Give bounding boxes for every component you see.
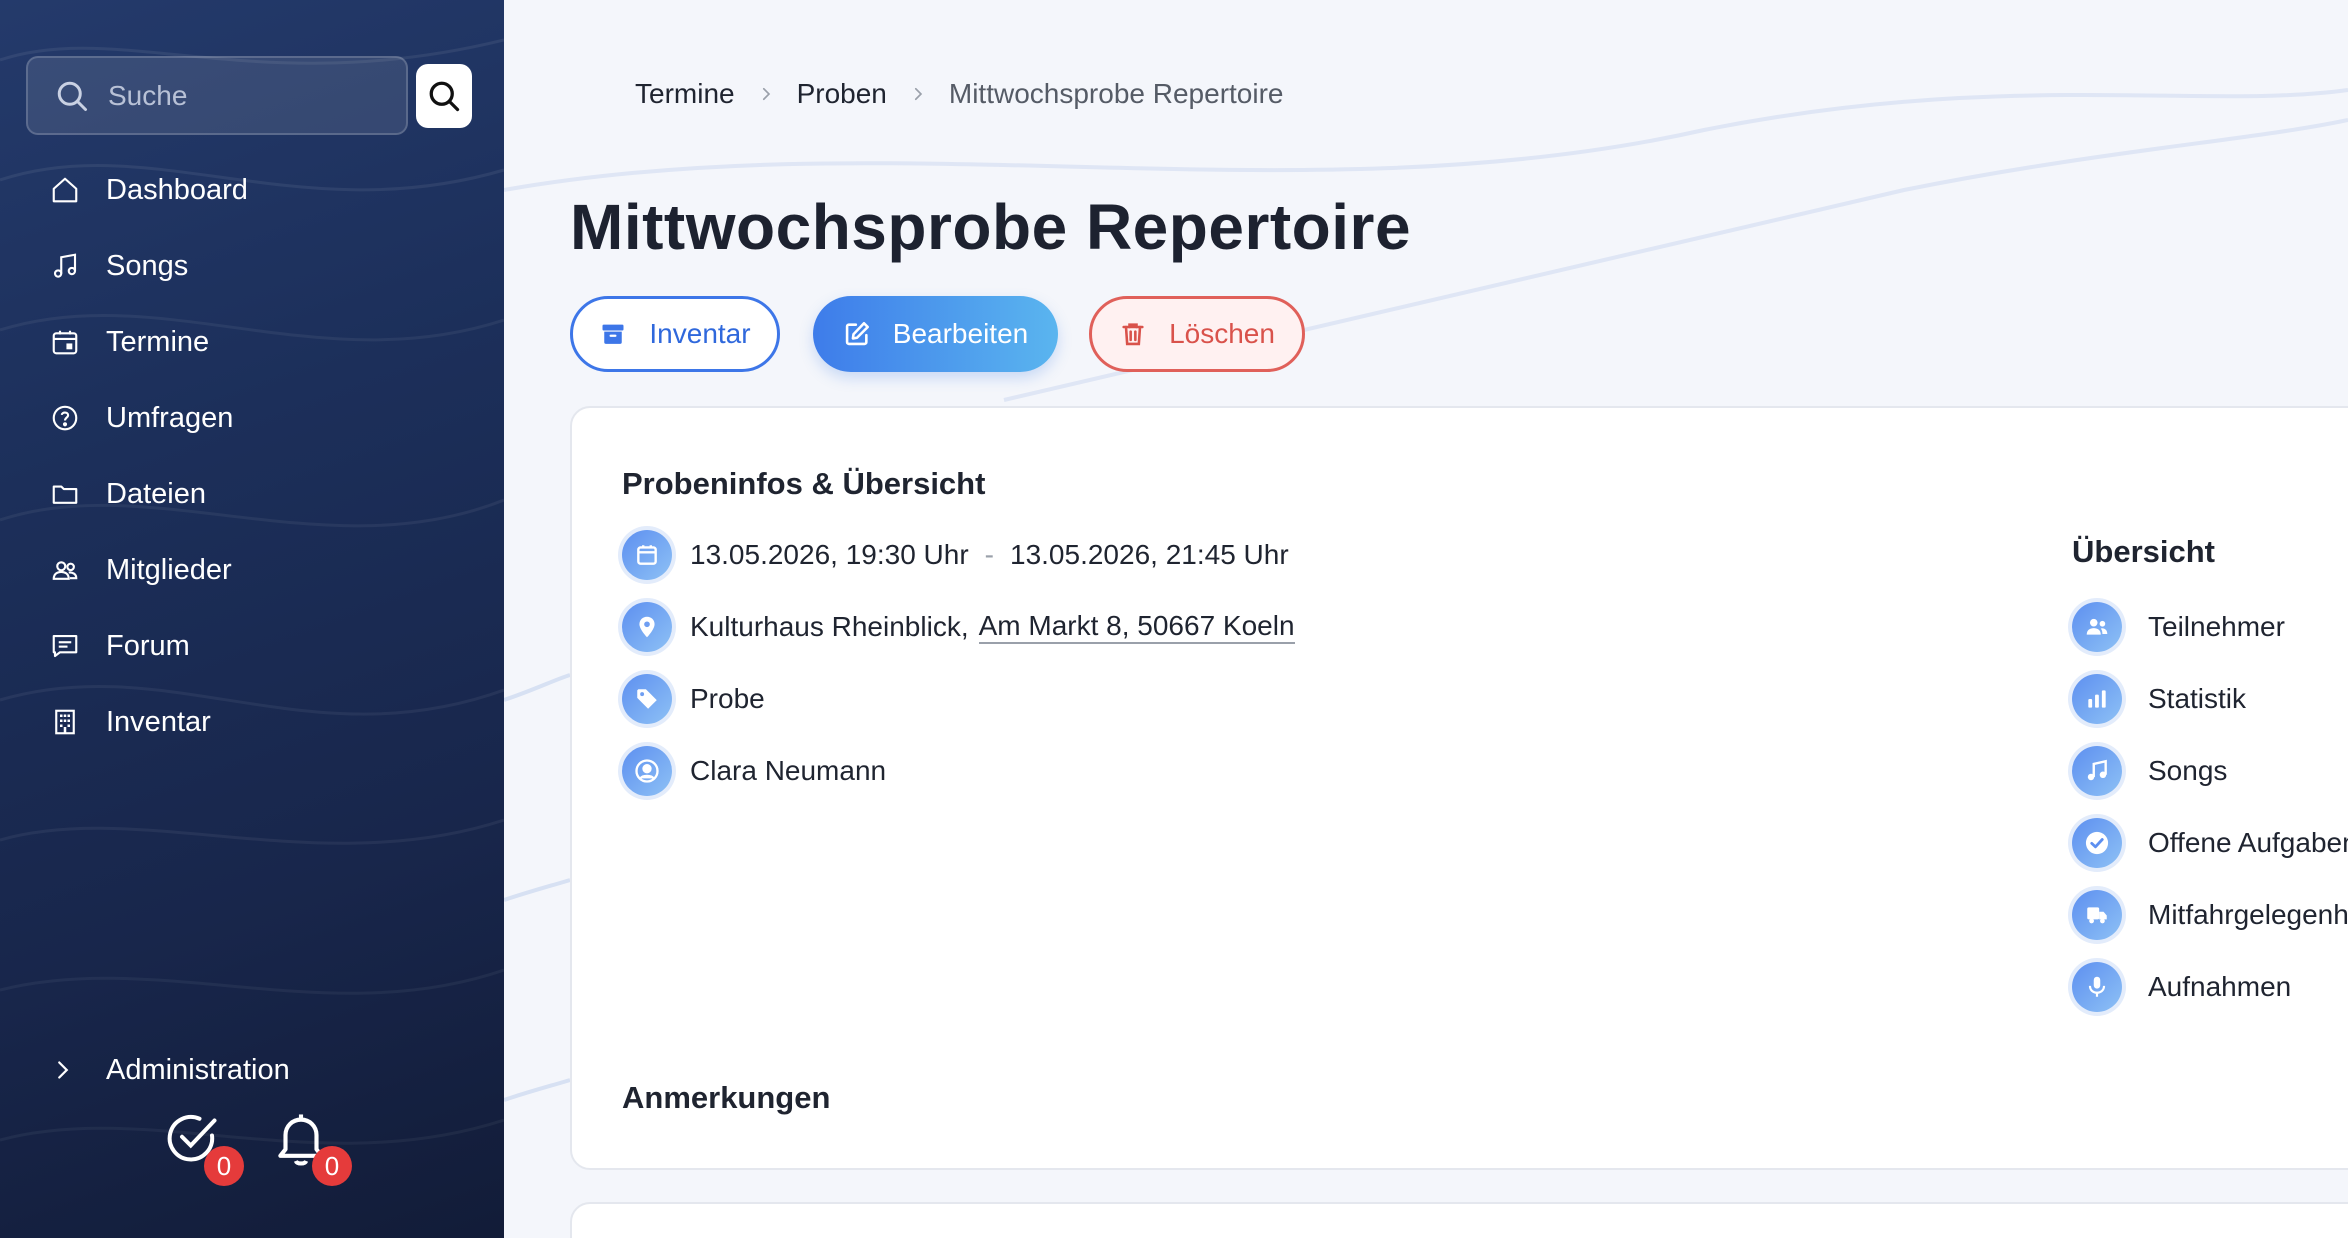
chevron-right-icon [58, 1061, 69, 1079]
overview-item-mitfahrgelegenheiten[interactable]: Mitfahrgelegenheiten [2072, 888, 2348, 942]
sidebar-item-label: Forum [106, 629, 190, 662]
sidebar-item-forum[interactable]: Forum [48, 616, 190, 676]
overview-item-aufnahmen[interactable]: Aufnahmen [2072, 960, 2291, 1014]
end-datetime: 13.05.2026, 21:45 Uhr [1010, 539, 1289, 570]
overview-item-label: Aufnahmen [2148, 971, 2292, 1002]
music-note-icon [2072, 746, 2122, 796]
search-input[interactable] [108, 74, 388, 118]
sidebar-item-label: Songs [106, 249, 189, 282]
edit-button[interactable]: Bearbeiten [813, 296, 1058, 372]
person-row: Clara Neumann [622, 744, 886, 798]
edit-button-label: Bearbeiten [892, 318, 1029, 349]
sidebar-item-label: Dateien [106, 477, 206, 510]
notifications-badge: 0 [312, 1146, 352, 1186]
microphone-icon [2072, 962, 2122, 1012]
overview-item-teilnehmer[interactable]: Teilnehmer [2072, 600, 2285, 654]
sidebar-item-label: Mitglieder [106, 553, 232, 586]
delete-button-label: Löschen [1169, 318, 1275, 349]
inventar-button-label: Inventar [649, 318, 751, 349]
sidebar-item-label: Inventar [106, 705, 211, 738]
sidebar-item-songs[interactable]: Songs [48, 236, 188, 296]
location-row: Kulturhaus Rheinblick, Am Markt 8, 50667… [622, 600, 1295, 654]
chevron-right-icon [762, 87, 770, 101]
users-icon [48, 553, 82, 587]
search-box[interactable] [26, 56, 408, 135]
delete-button[interactable]: Löschen [1089, 296, 1305, 372]
overview-title: Übersicht [2072, 534, 2215, 569]
event-type: Probe [690, 683, 765, 714]
breadcrumb-item-proben[interactable]: Proben [797, 78, 887, 110]
administration-label: Administration [106, 1053, 290, 1086]
tasks-button[interactable]: 0 [162, 1108, 244, 1186]
responsible-person: Clara Neumann [690, 755, 887, 786]
sidebar-item-mitglieder[interactable]: Mitglieder [48, 540, 232, 600]
sidebar-item-umfragen[interactable]: Umfragen [48, 388, 233, 448]
date-row: 13.05.2026, 19:30 Uhr - 13.05.2026, 21:4… [622, 528, 1289, 582]
building-icon [48, 705, 82, 739]
search-icon [57, 81, 87, 111]
search-icon [429, 81, 460, 112]
calendar-icon [622, 530, 672, 580]
overview-item-offene-aufgaben[interactable]: Offene Aufgaben [2072, 816, 2348, 870]
sidebar-item-administration[interactable]: Administration [48, 1045, 290, 1095]
sidebar-item-label: Dashboard [106, 173, 248, 206]
sidebar-item-inventar[interactable]: Inventar [48, 692, 211, 752]
music-note-icon [48, 249, 82, 283]
overview-item-label: Teilnehmer [2148, 611, 2285, 642]
overview-item-songs[interactable]: Songs [2072, 744, 2227, 798]
type-row: Probe [622, 672, 765, 726]
tasks-badge: 0 [204, 1146, 244, 1186]
secondary-card [570, 1202, 2348, 1238]
location-pin-icon [622, 602, 672, 652]
calendar-icon [48, 325, 82, 359]
info-section-title: Probeninfos & Übersicht [622, 466, 986, 501]
sidebar-item-termine[interactable]: Termine [48, 312, 209, 372]
overview-item-label: Mitfahrgelegenheiten [2148, 899, 2348, 930]
search-button[interactable] [416, 64, 472, 128]
folder-icon [48, 477, 82, 511]
tag-icon [622, 674, 672, 724]
main-content: Termine Proben Mittwochsprobe Repertoire… [504, 0, 2348, 1238]
overview-item-statistik[interactable]: Statistik [2072, 672, 2246, 726]
edit-icon [845, 321, 869, 346]
address-link[interactable]: Am Markt 8, 50667 Koeln [978, 610, 1295, 644]
inventar-button[interactable]: Inventar [570, 296, 780, 372]
breadcrumb: Termine Proben Mittwochsprobe Repertoire [635, 72, 1283, 116]
home-icon [48, 173, 82, 207]
info-card: Probeninfos & Übersicht 13.05.2026, 19:3… [570, 406, 2348, 1170]
participants-icon [2072, 602, 2122, 652]
overview-item-label: Offene Aufgaben [2148, 827, 2348, 858]
truck-icon [2072, 890, 2122, 940]
question-circle-icon [48, 401, 82, 435]
user-circle-icon [622, 746, 672, 796]
sidebar-item-label: Termine [106, 325, 210, 358]
chevron-right-icon [914, 87, 923, 101]
notes-title: Anmerkungen [622, 1080, 831, 1115]
bar-chart-icon [2072, 674, 2122, 724]
breadcrumb-current: Mittwochsprobe Repertoire [948, 78, 1284, 109]
trash-icon [1122, 323, 1144, 346]
notifications-button[interactable]: 0 [270, 1108, 352, 1186]
archive-icon [602, 324, 624, 344]
sidebar-item-dashboard[interactable]: Dashboard [48, 160, 248, 220]
overview-item-label: Statistik [2148, 683, 2247, 714]
sidebar-item-label: Umfragen [106, 401, 234, 434]
date-separator: - [984, 539, 994, 570]
check-circle-icon [2072, 818, 2122, 868]
overview-item-label: Songs [2148, 755, 2228, 786]
sidebar-item-dateien[interactable]: Dateien [48, 464, 206, 524]
start-datetime: 13.05.2026, 19:30 Uhr [690, 539, 969, 570]
page-title: Mittwochsprobe Repertoire [570, 191, 1412, 263]
breadcrumb-item-termine[interactable]: Termine [635, 78, 735, 110]
sidebar: Dashboard Songs Termine Umfragen Dateien [0, 0, 504, 1238]
venue-name: Kulturhaus Rheinblick, [690, 611, 969, 642]
chat-icon [48, 629, 82, 663]
